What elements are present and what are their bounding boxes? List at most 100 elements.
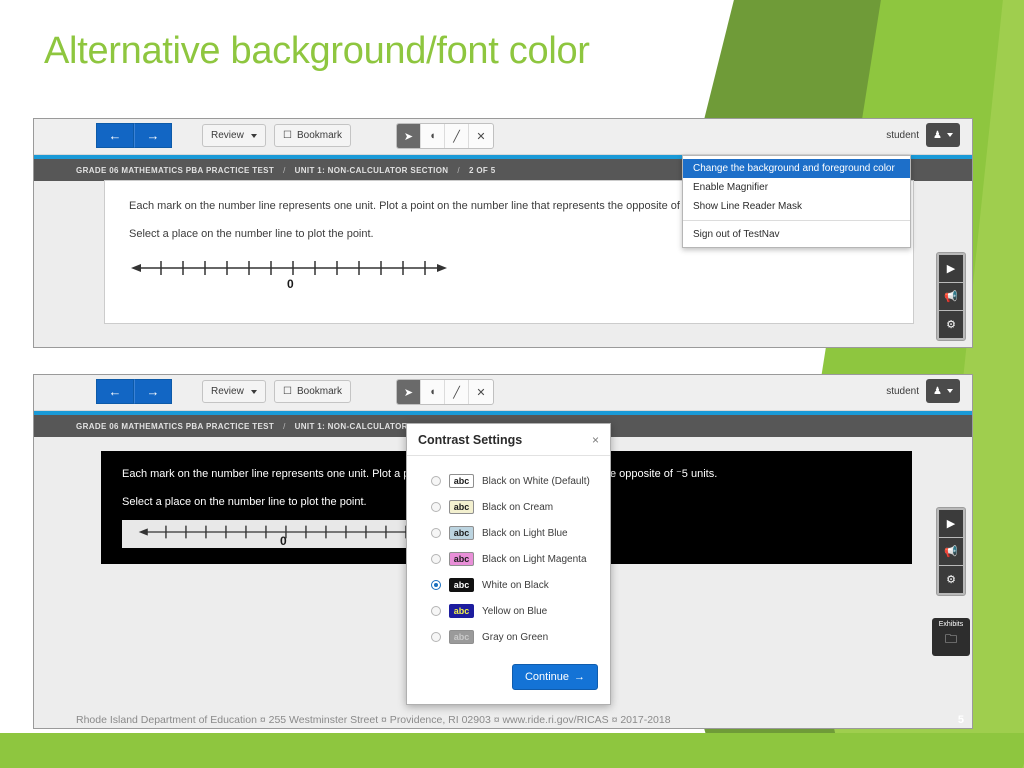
contrast-option-black-on-light-magenta[interactable]: abc Black on Light Magenta	[431, 546, 610, 572]
contrast-option-black-on-white[interactable]: abc Black on White (Default)	[431, 468, 610, 494]
menu-item-sign-out[interactable]: Sign out of TestNav	[683, 225, 910, 244]
play-button[interactable]: ▶	[939, 255, 963, 282]
continue-label: Continue	[524, 671, 569, 683]
breadcrumb-test: GRADE 06 MATHEMATICS PBA PRACTICE TEST	[76, 165, 275, 175]
contrast-settings-dialog: Contrast Settings × abc Black on White (…	[406, 423, 611, 705]
footer-text: Rhode Island Department of Education ¤ 2…	[76, 714, 671, 726]
number-line[interactable]: 0	[122, 520, 449, 549]
menu-item-enable-magnifier[interactable]: Enable Magnifier	[683, 178, 910, 197]
user-dropdown-menu: Change the background and foreground col…	[682, 155, 911, 248]
contrast-option-gray-on-green[interactable]: abc Gray on Green	[431, 624, 610, 650]
user-area: student ♟	[886, 123, 960, 147]
close-tool-icon[interactable]: ✕	[469, 380, 493, 404]
chevron-down-icon	[250, 133, 257, 138]
dialog-header: Contrast Settings ×	[407, 424, 610, 456]
option-label: Yellow on Blue	[482, 605, 548, 617]
menu-item-line-reader-mask[interactable]: Show Line Reader Mask	[683, 197, 910, 216]
swatch-preview: abc	[449, 604, 474, 618]
tool-rail: ▶ 📢 ⚙	[936, 507, 966, 596]
contrast-option-black-on-cream[interactable]: abc Black on Cream	[431, 494, 610, 520]
folder-icon: 🗀	[944, 632, 957, 647]
number-line-zero-label: 0	[280, 534, 287, 549]
forward-button[interactable]: →	[134, 379, 172, 404]
forward-button[interactable]: →	[134, 123, 172, 148]
exhibits-button[interactable]: Exhibits 🗀	[932, 618, 970, 657]
eraser-tool-icon[interactable]: ◖	[421, 124, 445, 148]
continue-button[interactable]: Continue →	[511, 664, 598, 690]
decorative-shape-bottom-band	[0, 733, 1024, 768]
page-title: Alternative background/font color	[44, 30, 590, 72]
chevron-down-icon	[946, 133, 953, 137]
user-dropdown-button[interactable]: ♟	[926, 379, 960, 403]
contrast-option-yellow-on-blue[interactable]: abc Yellow on Blue	[431, 598, 610, 624]
radio-icon[interactable]	[431, 502, 441, 512]
option-label: Black on Light Magenta	[482, 553, 587, 565]
close-icon[interactable]: ×	[592, 433, 599, 447]
bookmark-button[interactable]: ☐ Bookmark	[274, 124, 351, 147]
dialog-title: Contrast Settings	[418, 433, 523, 447]
bookmark-button[interactable]: ☐ Bookmark	[274, 380, 351, 403]
radio-icon[interactable]	[431, 476, 441, 486]
menu-divider	[683, 220, 910, 221]
chevron-down-icon	[250, 389, 257, 394]
swatch-preview: abc	[449, 500, 474, 514]
back-button[interactable]: ←	[96, 379, 134, 404]
menu-item-change-colors[interactable]: Change the background and foreground col…	[683, 159, 910, 178]
option-label: White on Black	[482, 579, 549, 591]
option-label: Black on White (Default)	[482, 475, 590, 487]
pencil-tool-icon[interactable]: ╱	[445, 380, 469, 404]
page-number: 5	[957, 714, 964, 726]
back-button[interactable]: ←	[96, 123, 134, 148]
breadcrumb-unit: UNIT 1: NON-CALCULATOR SECTION	[294, 165, 449, 175]
testnav-toolbar: ← → Review ☐ Bookmark ➤ ◖ ╱ ✕ student ♟	[34, 375, 972, 411]
navigation-buttons: ← →	[96, 379, 172, 404]
play-button[interactable]: ▶	[939, 510, 963, 537]
contrast-option-white-on-black[interactable]: abc White on Black	[431, 572, 610, 598]
megaphone-button[interactable]: 📢	[939, 538, 963, 565]
contrast-options-list: abc Black on White (Default) abc Black o…	[407, 456, 610, 658]
review-dropdown-button[interactable]: Review	[202, 380, 266, 403]
user-area: student ♟	[886, 379, 960, 403]
eraser-tool-icon[interactable]: ◖	[421, 380, 445, 404]
megaphone-button[interactable]: 📢	[939, 283, 963, 310]
close-tool-icon[interactable]: ✕	[469, 124, 493, 148]
radio-icon[interactable]	[431, 528, 441, 538]
chevron-down-icon	[946, 389, 953, 393]
contrast-option-black-on-light-blue[interactable]: abc Black on Light Blue	[431, 520, 610, 546]
breadcrumb-separator: /	[283, 421, 286, 431]
bookmark-icon: ☐	[283, 130, 292, 141]
navigation-buttons: ← →	[96, 123, 172, 148]
radio-icon[interactable]	[431, 606, 441, 616]
gear-button[interactable]: ⚙	[939, 311, 963, 338]
bookmark-label: Bookmark	[296, 130, 342, 141]
exhibits-label: Exhibits	[938, 621, 964, 628]
screenshot-testnav-menu-open: ← → Review ☐ Bookmark ➤ ◖ ╱ ✕ student ♟	[33, 118, 973, 348]
pointer-tool-icon[interactable]: ➤	[397, 124, 421, 148]
tool-rail: ▶ 📢 ⚙	[936, 252, 966, 341]
user-dropdown-button[interactable]: ♟	[926, 123, 960, 147]
arrow-right-icon: →	[574, 671, 585, 683]
pencil-tool-icon[interactable]: ╱	[445, 124, 469, 148]
breadcrumb-separator: /	[283, 165, 286, 175]
annotation-tool-group: ➤ ◖ ╱ ✕	[396, 379, 494, 405]
breadcrumb-separator: /	[457, 165, 460, 175]
swatch-preview: abc	[449, 578, 474, 592]
radio-icon[interactable]	[431, 554, 441, 564]
username-label: student	[886, 129, 919, 141]
bookmark-icon: ☐	[283, 386, 292, 397]
user-icon: ♟	[933, 129, 942, 141]
pointer-tool-icon[interactable]: ➤	[397, 380, 421, 404]
number-line[interactable]: 0	[129, 255, 889, 292]
gear-button[interactable]: ⚙	[939, 566, 963, 593]
review-dropdown-button[interactable]: Review	[202, 124, 266, 147]
option-label: Black on Cream	[482, 501, 554, 513]
username-label: student	[886, 385, 919, 397]
swatch-preview: abc	[449, 552, 474, 566]
breadcrumb-test: GRADE 06 MATHEMATICS PBA PRACTICE TEST	[76, 421, 275, 431]
option-label: Black on Light Blue	[482, 527, 568, 539]
user-icon: ♟	[933, 385, 942, 397]
radio-icon[interactable]	[431, 580, 441, 590]
radio-icon[interactable]	[431, 632, 441, 642]
option-label: Gray on Green	[482, 631, 549, 643]
number-line-zero-label: 0	[287, 277, 294, 292]
